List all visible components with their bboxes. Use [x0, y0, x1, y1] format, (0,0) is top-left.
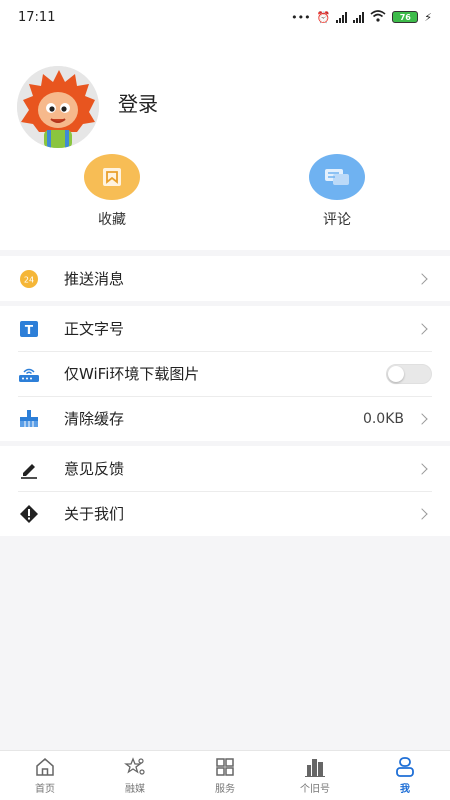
media-icon	[124, 757, 145, 775]
push-messages-label: 推送消息	[64, 270, 125, 288]
clear-cache-row[interactable]: 清除缓存 0.0KB	[0, 396, 450, 441]
favorites-label: 收藏	[98, 212, 126, 228]
profile-header: 登录 收藏 评论	[0, 34, 450, 250]
avatar[interactable]	[17, 66, 99, 148]
tab-home-label: 首页	[35, 784, 55, 795]
bottom-tab-bar: 首页 融媒 服务 个旧号 我	[0, 750, 450, 800]
text-size-icon: T	[18, 318, 40, 340]
tab-me-label: 我	[400, 784, 410, 795]
info-diamond-icon	[18, 503, 40, 525]
wifi-images-toggle[interactable]	[386, 363, 432, 384]
pen-icon	[18, 458, 40, 480]
clear-cache-label: 清除缓存	[64, 410, 125, 428]
about-us-label: 关于我们	[64, 505, 125, 523]
status-time: 17:11	[18, 9, 56, 25]
comment-icon	[309, 154, 365, 200]
more-dots-icon: •••	[291, 10, 311, 24]
tab-gejiu-hao[interactable]: 个旧号	[270, 751, 360, 800]
svg-text:24: 24	[24, 275, 34, 284]
signal-icon	[336, 11, 348, 23]
city-icon	[305, 759, 325, 777]
chevron-right-icon	[416, 462, 428, 475]
home-icon	[36, 758, 54, 776]
tab-media-label: 融媒	[125, 784, 145, 795]
grid-icon	[216, 758, 234, 776]
chevron-right-icon	[416, 272, 428, 285]
settings-group-push: 24 推送消息	[0, 256, 450, 301]
settings-group-display: T 正文字号 仅WiFi环境下载图片 清除缓存 0.0KB	[0, 306, 450, 441]
font-size-label: 正文字号	[64, 320, 125, 338]
about-us-row[interactable]: 关于我们	[0, 491, 450, 536]
tab-gejiu-hao-label: 个旧号	[300, 784, 330, 795]
chevron-right-icon	[416, 322, 428, 335]
battery-icon: 76	[392, 11, 419, 23]
font-size-row[interactable]: T 正文字号	[0, 306, 450, 351]
favorites-button[interactable]: 收藏	[52, 154, 172, 229]
status-icons: ••• ⏰ 76 ⚡	[291, 9, 432, 25]
feedback-row[interactable]: 意见反馈	[0, 446, 450, 491]
comments-button[interactable]: 评论	[277, 154, 397, 229]
wifi-icon	[370, 9, 386, 25]
tab-home[interactable]: 首页	[0, 751, 90, 800]
chevron-right-icon	[416, 507, 428, 520]
broom-icon	[18, 408, 40, 430]
tab-media[interactable]: 融媒	[90, 751, 180, 800]
wifi-images-label: 仅WiFi环境下载图片	[64, 365, 200, 383]
comments-label: 评论	[323, 212, 351, 228]
notification-icon: 24	[18, 268, 40, 290]
push-messages-row[interactable]: 24 推送消息	[0, 256, 450, 301]
wifi-images-row: 仅WiFi环境下载图片	[0, 351, 450, 396]
status-bar: 17:11 ••• ⏰ 76 ⚡	[0, 0, 450, 34]
signal-icon	[353, 11, 365, 23]
feedback-label: 意见反馈	[64, 460, 125, 478]
cache-size-value: 0.0KB	[362, 410, 404, 427]
charging-icon: ⚡	[424, 10, 432, 24]
chevron-right-icon	[416, 412, 428, 425]
login-link[interactable]: 登录	[118, 88, 158, 117]
user-icon	[396, 757, 414, 777]
bookmark-icon	[84, 154, 140, 200]
tab-services-label: 服务	[215, 784, 235, 795]
tab-services[interactable]: 服务	[180, 751, 270, 800]
router-icon	[18, 363, 40, 385]
tab-me[interactable]: 我	[360, 751, 450, 800]
settings-group-about: 意见反馈 关于我们	[0, 446, 450, 536]
svg-text:T: T	[25, 323, 34, 337]
alarm-icon: ⏰	[316, 10, 331, 24]
